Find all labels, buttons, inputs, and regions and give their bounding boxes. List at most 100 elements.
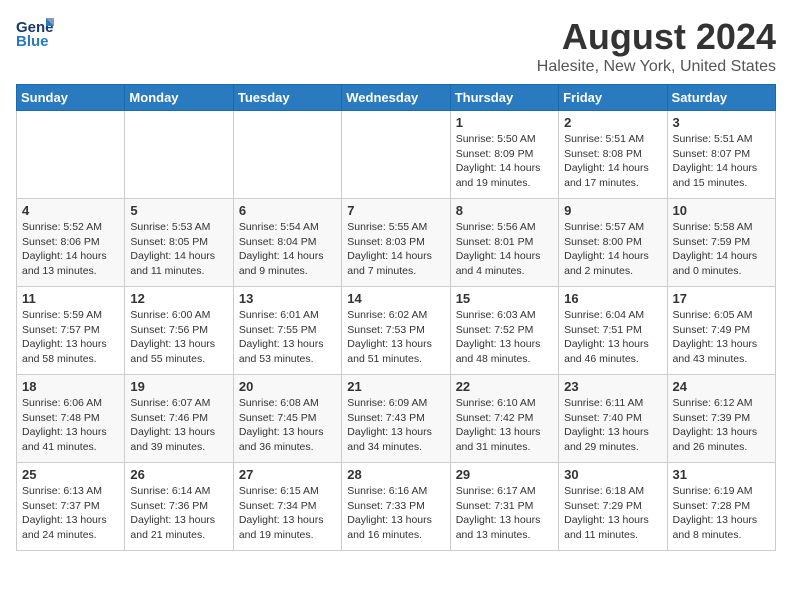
weekday-header-friday: Friday <box>559 85 667 111</box>
calendar-table: SundayMondayTuesdayWednesdayThursdayFrid… <box>16 84 776 551</box>
calendar-cell: 9 Sunrise: 5:57 AM Sunset: 8:00 PM Daylig… <box>559 199 667 287</box>
calendar-cell: 8 Sunrise: 5:56 AM Sunset: 8:01 PM Daylig… <box>450 199 558 287</box>
weekday-header-tuesday: Tuesday <box>233 85 341 111</box>
calendar-cell: 27 Sunrise: 6:15 AM Sunset: 7:34 PM Dayli… <box>233 463 341 551</box>
calendar-cell: 15Sunrise: 6:03 AM Sunset: 7:52 PM Dayli… <box>450 287 558 375</box>
day-number: 18 <box>22 379 119 394</box>
calendar-cell <box>233 111 341 199</box>
day-info: Sunrise: 5:54 AM Sunset: 8:04 PM Dayligh… <box>239 220 336 279</box>
day-info: Sunrise: 6:15 AM Sunset: 7:34 PM Dayligh… <box>239 484 336 543</box>
calendar-cell: 20 Sunrise: 6:08 AM Sunset: 7:45 PM Dayli… <box>233 375 341 463</box>
calendar-cell: 1Sunrise: 5:50 AM Sunset: 8:09 PM Daylig… <box>450 111 558 199</box>
day-number: 10 <box>673 203 770 218</box>
day-number: 17 <box>673 291 770 306</box>
day-number: 6 <box>239 203 336 218</box>
week-row-4: 18Sunrise: 6:06 AM Sunset: 7:48 PM Dayli… <box>17 375 776 463</box>
day-info: Sunrise: 6:05 AM Sunset: 7:49 PM Dayligh… <box>673 308 770 367</box>
day-number: 16 <box>564 291 661 306</box>
day-info: Sunrise: 6:02 AM Sunset: 7:53 PM Dayligh… <box>347 308 444 367</box>
weekday-header-saturday: Saturday <box>667 85 775 111</box>
calendar-cell: 24 Sunrise: 6:12 AM Sunset: 7:39 PM Dayli… <box>667 375 775 463</box>
calendar-cell: 31Sunrise: 6:19 AM Sunset: 7:28 PM Dayli… <box>667 463 775 551</box>
week-row-2: 4 Sunrise: 5:52 AM Sunset: 8:06 PM Daylig… <box>17 199 776 287</box>
calendar-cell: 26 Sunrise: 6:14 AM Sunset: 7:36 PM Dayli… <box>125 463 233 551</box>
calendar-cell: 28 Sunrise: 6:16 AM Sunset: 7:33 PM Dayli… <box>342 463 450 551</box>
calendar-cell: 2Sunrise: 5:51 AM Sunset: 8:08 PM Daylig… <box>559 111 667 199</box>
day-info: Sunrise: 5:56 AM Sunset: 8:01 PM Dayligh… <box>456 220 553 279</box>
calendar-cell: 3 Sunrise: 5:51 AM Sunset: 8:07 PM Daylig… <box>667 111 775 199</box>
day-info: Sunrise: 5:59 AM Sunset: 7:57 PM Dayligh… <box>22 308 119 367</box>
day-number: 29 <box>456 467 553 482</box>
day-info: Sunrise: 6:13 AM Sunset: 7:37 PM Dayligh… <box>22 484 119 543</box>
day-number: 21 <box>347 379 444 394</box>
calendar-cell: 16 Sunrise: 6:04 AM Sunset: 7:51 PM Dayli… <box>559 287 667 375</box>
day-number: 4 <box>22 203 119 218</box>
day-number: 31 <box>673 467 770 482</box>
calendar-cell: 13Sunrise: 6:01 AM Sunset: 7:55 PM Dayli… <box>233 287 341 375</box>
calendar-cell <box>342 111 450 199</box>
day-number: 28 <box>347 467 444 482</box>
calendar-cell: 30 Sunrise: 6:18 AM Sunset: 7:29 PM Dayli… <box>559 463 667 551</box>
day-info: Sunrise: 5:51 AM Sunset: 8:07 PM Dayligh… <box>673 132 770 191</box>
day-info: Sunrise: 6:04 AM Sunset: 7:51 PM Dayligh… <box>564 308 661 367</box>
weekday-header-row: SundayMondayTuesdayWednesdayThursdayFrid… <box>17 85 776 111</box>
logo: General Blue <box>16 16 58 53</box>
calendar-cell: 25 Sunrise: 6:13 AM Sunset: 7:37 PM Dayli… <box>17 463 125 551</box>
day-info: Sunrise: 5:57 AM Sunset: 8:00 PM Dayligh… <box>564 220 661 279</box>
calendar-cell: 6 Sunrise: 5:54 AM Sunset: 8:04 PM Daylig… <box>233 199 341 287</box>
day-info: Sunrise: 6:14 AM Sunset: 7:36 PM Dayligh… <box>130 484 227 543</box>
calendar-cell: 14 Sunrise: 6:02 AM Sunset: 7:53 PM Dayli… <box>342 287 450 375</box>
calendar-cell: 17 Sunrise: 6:05 AM Sunset: 7:49 PM Dayli… <box>667 287 775 375</box>
day-info: Sunrise: 6:16 AM Sunset: 7:33 PM Dayligh… <box>347 484 444 543</box>
day-number: 9 <box>564 203 661 218</box>
day-info: Sunrise: 6:18 AM Sunset: 7:29 PM Dayligh… <box>564 484 661 543</box>
day-number: 25 <box>22 467 119 482</box>
svg-text:Blue: Blue <box>16 33 49 48</box>
day-number: 19 <box>130 379 227 394</box>
day-info: Sunrise: 5:50 AM Sunset: 8:09 PM Dayligh… <box>456 132 553 191</box>
day-info: Sunrise: 6:03 AM Sunset: 7:52 PM Dayligh… <box>456 308 553 367</box>
calendar-cell: 19 Sunrise: 6:07 AM Sunset: 7:46 PM Dayli… <box>125 375 233 463</box>
day-info: Sunrise: 6:10 AM Sunset: 7:42 PM Dayligh… <box>456 396 553 455</box>
day-number: 5 <box>130 203 227 218</box>
day-number: 7 <box>347 203 444 218</box>
calendar-cell: 23 Sunrise: 6:11 AM Sunset: 7:40 PM Dayli… <box>559 375 667 463</box>
weekday-header-wednesday: Wednesday <box>342 85 450 111</box>
day-number: 12 <box>130 291 227 306</box>
day-info: Sunrise: 5:52 AM Sunset: 8:06 PM Dayligh… <box>22 220 119 279</box>
day-number: 22 <box>456 379 553 394</box>
day-number: 30 <box>564 467 661 482</box>
calendar-cell: 12Sunrise: 6:00 AM Sunset: 7:56 PM Dayli… <box>125 287 233 375</box>
calendar-cell: 7 Sunrise: 5:55 AM Sunset: 8:03 PM Daylig… <box>342 199 450 287</box>
calendar-cell: 29Sunrise: 6:17 AM Sunset: 7:31 PM Dayli… <box>450 463 558 551</box>
week-row-5: 25 Sunrise: 6:13 AM Sunset: 7:37 PM Dayli… <box>17 463 776 551</box>
week-row-3: 11 Sunrise: 5:59 AM Sunset: 7:57 PM Dayli… <box>17 287 776 375</box>
weekday-header-thursday: Thursday <box>450 85 558 111</box>
page-header: General Blue August 2024 Halesite, New Y… <box>16 16 776 76</box>
day-info: Sunrise: 6:07 AM Sunset: 7:46 PM Dayligh… <box>130 396 227 455</box>
calendar-cell: 5Sunrise: 5:53 AM Sunset: 8:05 PM Daylig… <box>125 199 233 287</box>
day-info: Sunrise: 6:08 AM Sunset: 7:45 PM Dayligh… <box>239 396 336 455</box>
calendar-cell: 4 Sunrise: 5:52 AM Sunset: 8:06 PM Daylig… <box>17 199 125 287</box>
day-number: 3 <box>673 115 770 130</box>
day-number: 26 <box>130 467 227 482</box>
day-number: 20 <box>239 379 336 394</box>
day-number: 8 <box>456 203 553 218</box>
calendar-cell <box>125 111 233 199</box>
day-number: 2 <box>564 115 661 130</box>
day-number: 11 <box>22 291 119 306</box>
day-number: 27 <box>239 467 336 482</box>
day-info: Sunrise: 5:55 AM Sunset: 8:03 PM Dayligh… <box>347 220 444 279</box>
day-number: 14 <box>347 291 444 306</box>
day-info: Sunrise: 6:12 AM Sunset: 7:39 PM Dayligh… <box>673 396 770 455</box>
calendar-cell: 18Sunrise: 6:06 AM Sunset: 7:48 PM Dayli… <box>17 375 125 463</box>
calendar-cell: 10Sunrise: 5:58 AM Sunset: 7:59 PM Dayli… <box>667 199 775 287</box>
title-area: August 2024 Halesite, New York, United S… <box>537 16 776 76</box>
calendar-title: August 2024 <box>537 16 776 58</box>
day-info: Sunrise: 6:01 AM Sunset: 7:55 PM Dayligh… <box>239 308 336 367</box>
day-number: 23 <box>564 379 661 394</box>
calendar-cell: 11 Sunrise: 5:59 AM Sunset: 7:57 PM Dayli… <box>17 287 125 375</box>
day-info: Sunrise: 6:11 AM Sunset: 7:40 PM Dayligh… <box>564 396 661 455</box>
day-number: 24 <box>673 379 770 394</box>
calendar-subtitle: Halesite, New York, United States <box>537 58 776 76</box>
